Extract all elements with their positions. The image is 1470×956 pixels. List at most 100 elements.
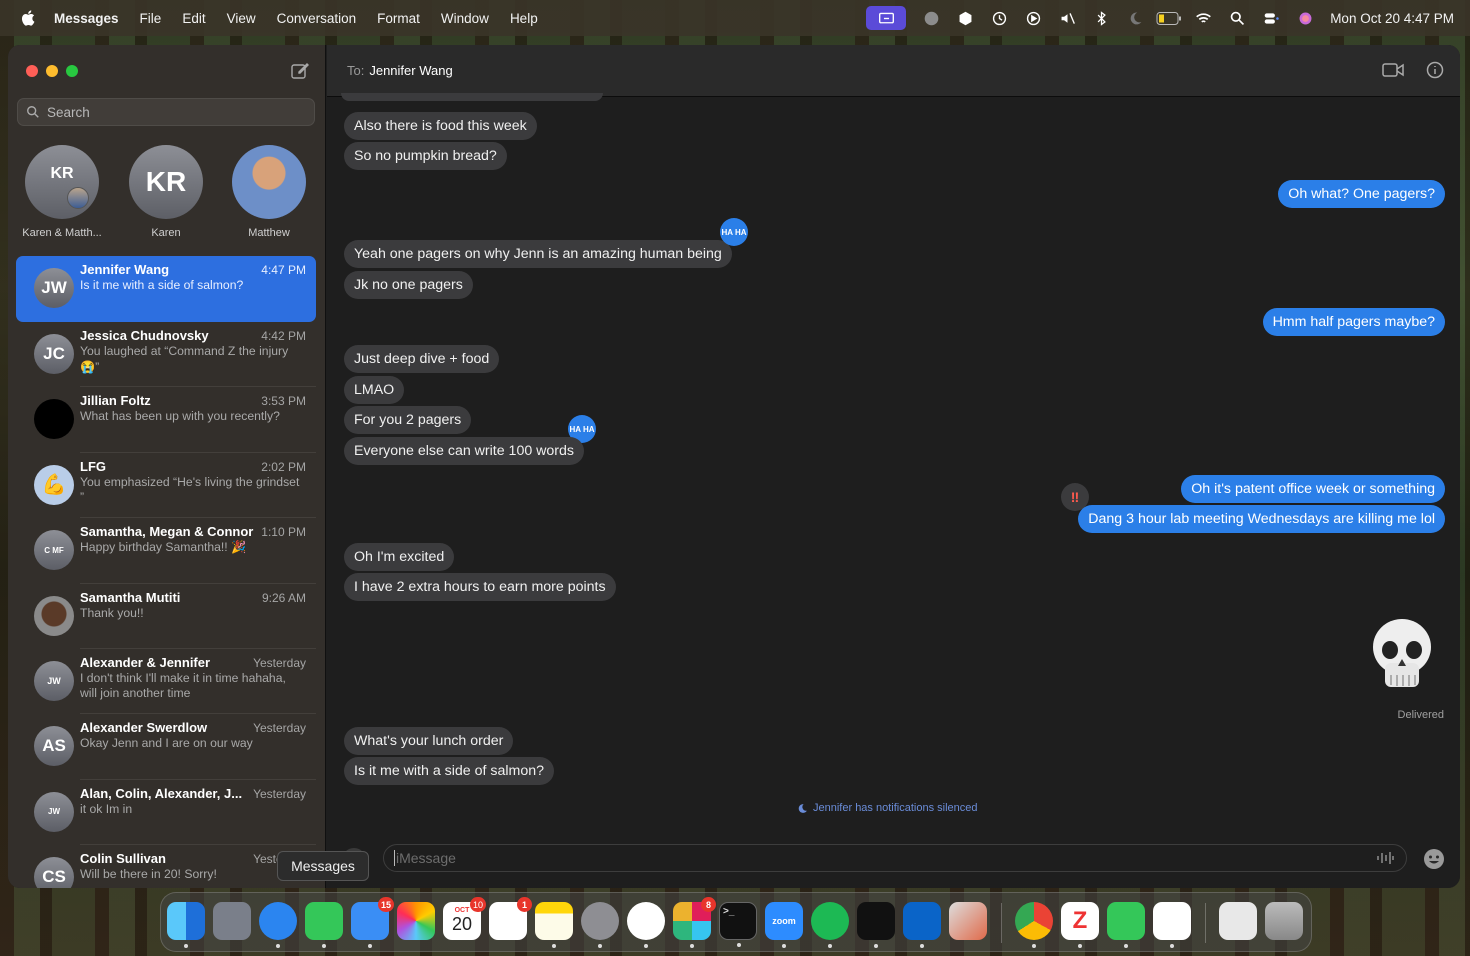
outlook-icon[interactable] (903, 902, 941, 948)
message-bubble-incoming[interactable]: So no pumpkin bread? (344, 142, 507, 170)
search-field[interactable]: Search (17, 98, 315, 126)
pinned-karen[interactable]: KR Karen (116, 145, 216, 239)
recipient-name[interactable]: Jennifer Wang (369, 63, 452, 78)
conversation-row[interactable]: Samantha Mutiti 9:26 AM Thank you!! (16, 584, 316, 649)
menu-view[interactable]: View (227, 11, 256, 26)
info-icon[interactable] (1426, 61, 1444, 79)
zoom-button[interactable] (66, 65, 78, 77)
wifi-icon[interactable] (1186, 0, 1220, 36)
message-bubble-incoming[interactable]: What's your lunch order (344, 727, 514, 755)
globe-icon[interactable] (914, 0, 948, 36)
play-icon[interactable] (1016, 0, 1050, 36)
skull-emoji-icon[interactable] (1367, 615, 1437, 695)
calendar-month: OCT (454, 907, 470, 914)
message-bubble-outgoing[interactable]: Hmm half pagers maybe? (1262, 308, 1445, 336)
menubar-clock[interactable]: Mon Oct 20 4:47 PM (1330, 11, 1454, 26)
message-bubble-incoming[interactable]: Is it me with a side of salmon? (344, 757, 555, 785)
message-bubble-incoming[interactable]: Just deep dive + food (344, 345, 500, 373)
conversation-row[interactable]: C MF Samantha, Megan & Connor 1:10 PM Ha… (16, 518, 316, 584)
zoom-icon[interactable]: zoom (765, 902, 803, 948)
timestamp: 4:42 PM (261, 329, 306, 343)
bluetooth-icon[interactable] (1084, 0, 1118, 36)
conversation-row[interactable]: JW Alan, Colin, Alexander, J... Yesterda… (16, 780, 316, 846)
message-bubble-incoming[interactable]: Yeah one pagers on why Jenn is an amazin… (344, 240, 732, 268)
contact-name: Alexander Swerdlow (80, 720, 208, 736)
battery-icon[interactable] (1152, 0, 1186, 36)
apple-icon[interactable] (20, 9, 38, 27)
iphone-mirroring-icon[interactable] (949, 902, 987, 940)
time-machine-icon[interactable] (982, 0, 1016, 36)
message-input[interactable]: iMessage (383, 844, 1407, 872)
menu-app-name[interactable]: Messages (54, 11, 119, 26)
spotlight-search-icon[interactable] (1220, 0, 1254, 36)
mute-icon[interactable] (1050, 0, 1084, 36)
photos-icon[interactable] (397, 902, 435, 940)
conversation-row[interactable]: AS Alexander Swerdlow Yesterday Okay Jen… (16, 714, 316, 780)
timestamp: 4:47 PM (261, 263, 306, 277)
mail-icon[interactable]: 15 (351, 897, 394, 948)
documents-stack-icon[interactable] (1219, 902, 1257, 940)
passwords-icon[interactable] (1153, 902, 1191, 948)
finder-icon[interactable] (167, 902, 205, 948)
menu-help[interactable]: Help (510, 11, 538, 26)
notes-icon[interactable] (535, 902, 573, 948)
conversation-row[interactable]: CS Colin Sullivan Yesterday Will be ther… (16, 845, 316, 888)
conversation-row[interactable]: JC Jessica Chudnovsky 4:42 PM You laughe… (16, 322, 316, 388)
emoji-picker-icon[interactable] (1423, 848, 1445, 870)
message-bubble-incoming[interactable]: LMAO (344, 376, 405, 404)
minimize-button[interactable] (46, 65, 58, 77)
message-bubble-incoming[interactable]: Oh I'm excited (344, 543, 455, 571)
message-bubble-outgoing[interactable]: Dang 3 hour lab meeting Wednesdays are k… (1078, 505, 1445, 533)
conversation-row[interactable]: Jillian Foltz 3:53 PM What has been up w… (16, 387, 316, 453)
running-indicator (552, 944, 556, 948)
message-bubble-outgoing[interactable]: Oh it's patent office week or something (1181, 475, 1445, 503)
conversation-row[interactable]: JW Jennifer Wang 4:47 PM Is it me with a… (16, 256, 316, 322)
menu-conversation[interactable]: Conversation (277, 11, 357, 26)
trash-icon[interactable] (1265, 902, 1303, 940)
message-preview: Will be there in 20! Sorry! (80, 867, 217, 882)
menu-file[interactable]: File (140, 11, 162, 26)
chrome-icon[interactable] (1015, 902, 1053, 948)
spotify-icon[interactable] (811, 902, 849, 948)
messages-icon[interactable] (305, 902, 343, 948)
contact-name: Alexander & Jennifer (80, 654, 211, 670)
message-bubble-incoming[interactable]: Jk no one pagers (344, 271, 473, 299)
running-indicator (184, 944, 188, 948)
safari-icon[interactable] (259, 902, 297, 948)
message-bubble-incoming[interactable]: Everyone else can write 100 words (344, 437, 585, 465)
message-bubble-outgoing[interactable]: Oh what? One pagers? (1278, 180, 1445, 208)
sidebar: Search KR Karen & Matth... KR Karen Matt… (8, 45, 326, 888)
control-center-icon[interactable] (1254, 0, 1288, 36)
close-button[interactable] (26, 65, 38, 77)
pinned-karen-matthew[interactable]: KR Karen & Matth... (12, 145, 112, 239)
message-bubble-incoming[interactable]: Also there is food this week (344, 112, 537, 140)
compose-icon[interactable] (290, 61, 310, 81)
siri-icon[interactable] (1288, 0, 1322, 36)
facetime-video-icon[interactable] (1382, 61, 1404, 79)
menu-format[interactable]: Format (377, 11, 420, 26)
audio-waveform-icon[interactable] (1376, 851, 1394, 865)
message-bubble-incoming[interactable]: I have 2 extra hours to earn more points (344, 573, 616, 601)
calendar-icon[interactable]: OCT 20 10 (443, 897, 486, 940)
moon-icon[interactable] (1118, 0, 1152, 36)
numbers-icon[interactable] (1107, 902, 1145, 948)
chatgpt-icon[interactable] (627, 902, 665, 948)
moon-icon (798, 803, 807, 813)
menu-window[interactable]: Window (441, 11, 489, 26)
haha-tapback-icon[interactable]: HA HA (720, 218, 748, 246)
screen-share-icon[interactable] (866, 6, 907, 30)
terminal-icon[interactable]: >_ (719, 902, 757, 947)
avatar (34, 399, 74, 440)
box-icon[interactable] (948, 0, 982, 36)
system-settings-icon[interactable] (581, 902, 619, 948)
message-bubble-incoming[interactable]: For you 2 pagers (344, 406, 472, 434)
cube-app-icon[interactable] (857, 902, 895, 948)
conversation-row[interactable]: 💪 LFG 2:02 PM You emphasized “He's livin… (16, 453, 316, 519)
launchpad-icon[interactable] (213, 902, 251, 940)
pinned-matthew[interactable]: Matthew (219, 145, 319, 239)
slack-icon[interactable]: 8 (673, 897, 716, 948)
reminders-icon[interactable]: 1 (489, 897, 532, 940)
menu-edit[interactable]: Edit (182, 11, 205, 26)
zotero-icon[interactable]: Z (1061, 902, 1099, 948)
conversation-row[interactable]: JW Alexander & Jennifer Yesterday I don'… (16, 649, 316, 715)
